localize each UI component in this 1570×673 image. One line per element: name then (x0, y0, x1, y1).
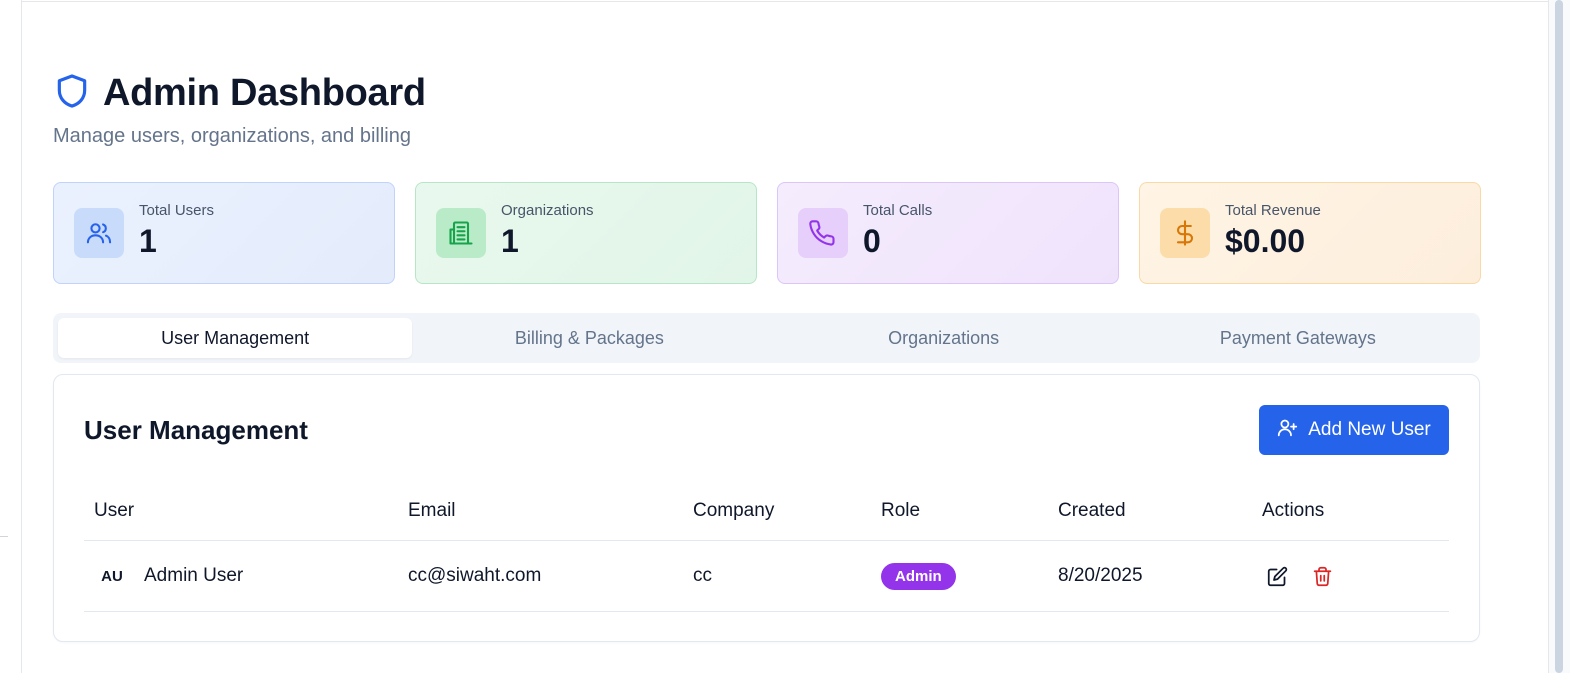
tab-user-management[interactable]: User Management (58, 318, 413, 358)
stat-card-total-calls: Total Calls 0 (777, 182, 1119, 284)
page-title: Admin Dashboard (103, 72, 426, 114)
column-header-company: Company (693, 499, 775, 521)
stat-label: Total Revenue (1225, 202, 1321, 219)
stat-card-organizations: Organizations 1 (415, 182, 757, 284)
dollar-icon (1160, 208, 1210, 258)
building-icon (436, 208, 486, 258)
scrollbar-thumb[interactable] (1555, 0, 1563, 673)
user-cell: AU Admin User (94, 541, 243, 611)
email-cell: cc@siwaht.com (408, 565, 542, 586)
tab-billing-packages[interactable]: Billing & Packages (412, 318, 766, 358)
phone-icon (798, 208, 848, 258)
avatar: AU (101, 567, 123, 585)
actions-cell (1262, 541, 1352, 611)
user-plus-icon (1277, 417, 1298, 444)
column-header-actions: Actions (1262, 499, 1325, 521)
page-header: Admin Dashboard Manage users, organizati… (53, 72, 426, 148)
role-cell: Admin (881, 541, 956, 611)
stat-card-total-users: Total Users 1 (53, 182, 395, 284)
created-cell: 8/20/2025 (1058, 565, 1143, 586)
stat-value: 0 (863, 223, 881, 259)
tab-organizations[interactable]: Organizations (767, 318, 1121, 358)
stats-row: Total Users 1 Organizations 1 Total Call… (53, 182, 1481, 284)
role-badge: Admin (881, 562, 956, 590)
tab-payment-gateways[interactable]: Payment Gateways (1121, 318, 1475, 358)
company-cell: cc (693, 565, 712, 586)
stat-value: $0.00 (1225, 223, 1306, 259)
column-header-role: Role (881, 499, 921, 521)
column-header-created: Created (1058, 499, 1126, 521)
stat-card-total-revenue: Total Revenue $0.00 (1139, 182, 1481, 284)
panel-title: User Management (84, 415, 308, 445)
column-header-email: Email (408, 499, 456, 521)
table-row: AU Admin User cc@siwaht.com cc Admin 8/2… (84, 541, 1449, 612)
edit-icon[interactable] (1262, 561, 1292, 591)
stat-label: Total Calls (863, 202, 933, 219)
top-divider (22, 0, 1548, 2)
column-header-user: User (94, 499, 135, 521)
users-table: User Email Company Role Created Actions … (84, 485, 1449, 612)
table-header: User Email Company Role Created Actions (84, 485, 1449, 541)
stat-value: 1 (501, 223, 519, 259)
trash-icon[interactable] (1307, 561, 1337, 591)
stat-label: Total Users (139, 202, 215, 219)
shield-icon (53, 72, 91, 115)
add-new-user-button[interactable]: Add New User (1259, 405, 1449, 455)
page-subtitle: Manage users, organizations, and billing (53, 125, 411, 147)
user-name: Admin User (144, 565, 244, 586)
stat-label: Organizations (501, 202, 594, 219)
stat-value: 1 (139, 223, 157, 259)
user-management-panel: User Management Add New User User Email … (53, 374, 1480, 642)
tab-list: User Management Billing & Packages Organ… (53, 313, 1480, 363)
add-new-user-label: Add New User (1308, 419, 1431, 440)
title-row: Admin Dashboard (53, 72, 426, 115)
users-icon (74, 208, 124, 258)
left-gutter (0, 0, 22, 673)
gutter-divider (0, 536, 8, 537)
